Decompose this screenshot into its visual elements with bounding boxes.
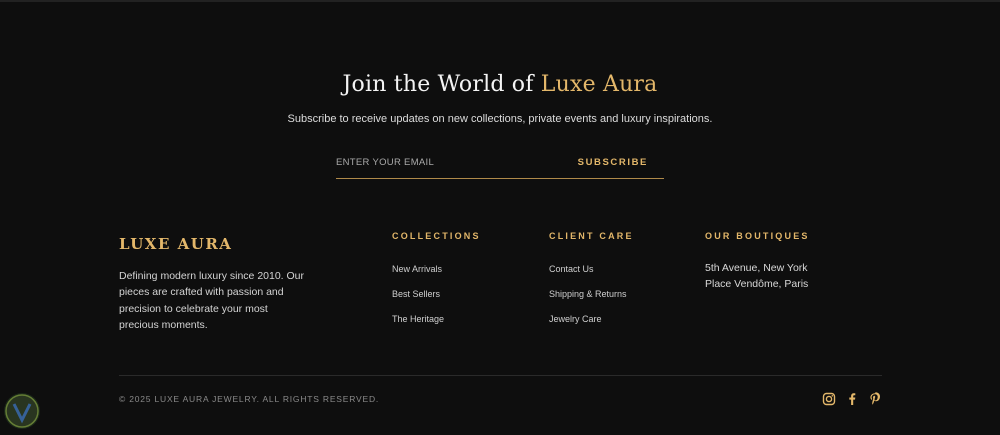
link-shipping-returns[interactable]: Shipping & Returns: [549, 288, 634, 313]
newsletter-heading-accent: Luxe Aura: [540, 72, 658, 97]
client-care-column: CLIENT CARE Contact Us Shipping & Return…: [549, 231, 634, 338]
link-best-sellers[interactable]: Best Sellers: [392, 288, 481, 313]
footer-brand-description: Defining modern luxury since 2010. Our p…: [119, 270, 305, 331]
collections-column: COLLECTIONS New Arrivals Best Sellers Th…: [392, 231, 481, 338]
link-jewelry-care[interactable]: Jewelry Care: [549, 313, 634, 338]
newsletter-heading: Join the World of Luxe Aura: [0, 72, 1000, 97]
boutiques-column: OUR BOUTIQUES 5th Avenue, New York Place…: [705, 231, 810, 293]
copyright-text: © 2025 LUXE AURA JEWELRY. ALL RIGHTS RES…: [119, 394, 380, 404]
corner-badge-icon: [4, 393, 40, 429]
subscribe-button[interactable]: SUBSCRIBE: [578, 151, 648, 173]
boutique-new-york: 5th Avenue, New York: [705, 262, 808, 274]
instagram-icon[interactable]: [822, 392, 836, 406]
footer-brand-name: LUXE AURA: [119, 235, 233, 253]
newsletter-heading-prefix: Join the World of: [342, 72, 541, 97]
pinterest-icon[interactable]: [868, 392, 882, 406]
collections-title: COLLECTIONS: [392, 231, 481, 241]
social-links: [822, 391, 882, 407]
link-contact-us[interactable]: Contact Us: [549, 263, 634, 288]
boutiques-title: OUR BOUTIQUES: [705, 231, 810, 241]
client-care-title: CLIENT CARE: [549, 231, 634, 241]
footer-divider: [119, 375, 882, 376]
newsletter-subtitle: Subscribe to receive updates on new coll…: [287, 113, 713, 125]
email-input[interactable]: [336, 151, 566, 173]
newsletter-form: SUBSCRIBE: [336, 151, 664, 179]
top-border: [0, 0, 1000, 2]
link-new-arrivals[interactable]: New Arrivals: [392, 263, 481, 288]
facebook-icon[interactable]: [845, 392, 859, 406]
link-the-heritage[interactable]: The Heritage: [392, 313, 481, 338]
boutique-paris: Place Vendôme, Paris: [705, 278, 809, 290]
